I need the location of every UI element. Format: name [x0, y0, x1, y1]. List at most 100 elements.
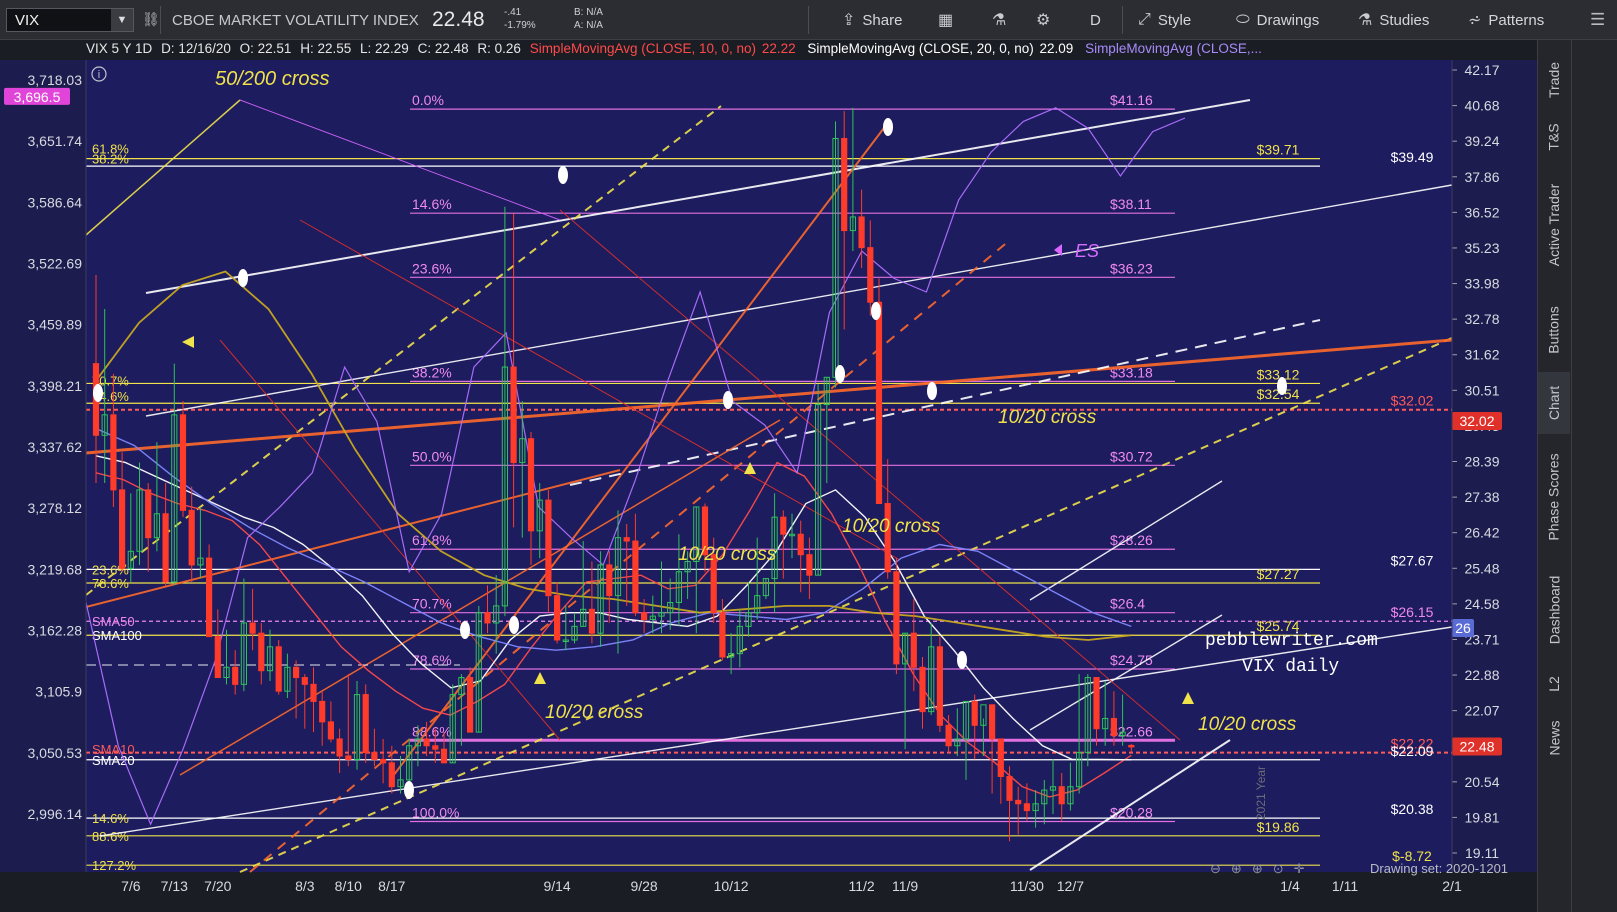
candle-body	[110, 414, 117, 491]
sidebar-tab-phase-scores[interactable]: Phase Scores	[1538, 438, 1570, 556]
left-axis-tick-label: 2,996.14	[28, 806, 83, 822]
annotation-label: 10/20 cross	[1198, 714, 1297, 735]
menu-icon[interactable]: ☰	[1590, 10, 1605, 30]
drawing-set-label[interactable]: Drawing set: 2020-1201	[1370, 861, 1508, 876]
left-axis-tick-label: 3,718.03	[28, 72, 83, 88]
candle-body	[1093, 677, 1100, 730]
horizontal-level-label: $32.02	[1391, 393, 1434, 409]
x-axis-tick-label: 7/6	[121, 878, 141, 894]
fib-level-label: 23.6%	[412, 260, 452, 276]
candle	[362, 684, 369, 763]
info-sma20[interactable]: SimpleMovingAvg (CLOSE, 20, 0, no)	[807, 41, 1033, 56]
annotation-label: 10/20 cross	[545, 702, 644, 723]
net-change: -.41 -1.79%	[504, 6, 536, 32]
x-axis-tick-label: 1/4	[1280, 878, 1300, 894]
info-sma-other[interactable]: SimpleMovingAvg (CLOSE,...	[1085, 41, 1262, 56]
left-level-label: SMA50	[92, 614, 135, 629]
link-icon[interactable]: ⛓	[142, 11, 160, 28]
sidebar-tab-trade[interactable]: Trade	[1538, 50, 1570, 110]
candle-body	[945, 724, 952, 747]
sidebar-tab-active-trader[interactable]: Active Trader	[1538, 166, 1570, 284]
candle-body	[319, 700, 326, 723]
settings-button[interactable]: ⚙	[1036, 0, 1050, 40]
candle-body	[841, 137, 848, 232]
candle-body	[440, 748, 448, 764]
left-level-label: SMA20	[92, 753, 135, 768]
share-button[interactable]: ⇪ Share	[842, 0, 902, 40]
y-axis-tick-label: 42.17	[1464, 62, 1499, 78]
pivot-marker	[238, 269, 248, 287]
candle-body	[1128, 744, 1135, 748]
annotation-label: 50/200 cross	[215, 68, 330, 90]
flask-button[interactable]: ⚗	[992, 0, 1006, 40]
y-axis-tick-label: 25.48	[1464, 560, 1499, 576]
crosshair-icon[interactable]: ⊕	[1252, 861, 1273, 876]
zoom-out-icon[interactable]: ⊖	[1210, 861, 1231, 876]
price-badge-label: 32.02	[1459, 413, 1494, 429]
chart-layout-button[interactable]: ▦	[938, 0, 953, 40]
candle	[893, 558, 900, 675]
chart-area[interactable]: 42.17 40.68 39.24 37.86 36.52 35.23 33.98 32.78…	[0, 40, 1537, 912]
candle	[206, 544, 213, 638]
y-axis-tick-label: 20.54	[1464, 774, 1499, 790]
info-sma10[interactable]: SimpleMovingAvg (CLOSE, 10, 0, no)	[530, 41, 756, 56]
sidebar-tab-news[interactable]: News	[1538, 708, 1570, 768]
candle-body	[232, 666, 239, 685]
x-axis-tick-label: 11/30	[1010, 878, 1044, 894]
sidebar-divider	[1571, 40, 1572, 912]
candle-body	[432, 745, 439, 750]
sidebar-tab-label: Trade	[1546, 61, 1562, 99]
left-level-label: 38.2%	[92, 152, 129, 167]
studies-button[interactable]: ⚗ Studies	[1358, 0, 1429, 40]
fit-icon[interactable]: ⊙	[1273, 861, 1294, 876]
candle-body	[380, 758, 387, 764]
drawings-button[interactable]: ⬭ Drawings	[1236, 0, 1319, 40]
candle-body	[145, 489, 152, 539]
y-axis-tick-label: 36.52	[1464, 204, 1499, 220]
sidebar-tab-buttons[interactable]: Buttons	[1538, 290, 1570, 370]
price-chart[interactable]: 42.17 40.68 39.24 37.86 36.52 35.23 33.98 32.78…	[0, 40, 1537, 912]
pan-icon[interactable]: ✛	[1294, 861, 1315, 876]
left-level-label: 127.2%	[92, 858, 137, 873]
toolbar-divider	[808, 6, 809, 34]
sidebar-tab-tns[interactable]: T&S	[1538, 112, 1570, 162]
dropdown-arrow-icon[interactable]: ▼	[111, 9, 133, 31]
horizontal-level-label: $39.71	[1257, 142, 1300, 158]
candle-body	[719, 612, 726, 658]
zoom-in-icon[interactable]: ⊕	[1231, 861, 1252, 876]
sidebar-tab-chart[interactable]: Chart	[1538, 372, 1570, 434]
candle-body	[1058, 786, 1065, 805]
aggregation-label: D	[1090, 11, 1101, 29]
patterns-button[interactable]: ⩫ Patterns	[1468, 0, 1544, 40]
x-axis-tick-label: 11/2	[848, 878, 874, 894]
candle-body	[936, 646, 943, 726]
info-sma10-value: 22.22	[761, 41, 796, 56]
candle-body	[867, 247, 874, 303]
candle-body	[423, 738, 430, 747]
y-axis-tick-label: 33.98	[1464, 276, 1499, 292]
horizontal-level-label: $20.38	[1391, 801, 1434, 817]
x-axis-tick-label: 8/17	[378, 878, 405, 894]
aggregation-button[interactable]: D	[1090, 0, 1101, 40]
x-axis-tick-label: 8/3	[295, 878, 315, 894]
sidebar-tab-dashboard[interactable]: Dashboard	[1538, 560, 1570, 660]
style-label: Style	[1157, 11, 1192, 29]
left-level-label: 14.6%	[92, 811, 129, 826]
symbol-selector[interactable]: VIX ▼	[6, 8, 134, 32]
info-symbol-period: VIX 5 Y 1D	[86, 41, 153, 56]
left-axis-tick-label: 3,337.62	[28, 439, 83, 455]
candle-body	[1015, 799, 1022, 805]
style-button[interactable]: ⤢ Style	[1138, 0, 1191, 40]
x-axis-tick-label: 1/11	[1332, 878, 1358, 894]
pivot-marker	[404, 781, 414, 799]
candle-body	[797, 533, 804, 556]
y-axis-tick-label: 37.86	[1464, 169, 1499, 185]
symbol-input[interactable]: VIX	[15, 12, 39, 29]
chart-bottom-tools: ⊖⊕⊕⊙✛	[1210, 861, 1315, 877]
sidebar-tab-l2[interactable]: L2	[1538, 662, 1570, 706]
pivot-marker	[927, 382, 937, 400]
candle-body	[910, 632, 917, 668]
candle-body	[336, 738, 343, 757]
candle-body	[632, 540, 639, 614]
pivot-marker	[957, 651, 967, 669]
